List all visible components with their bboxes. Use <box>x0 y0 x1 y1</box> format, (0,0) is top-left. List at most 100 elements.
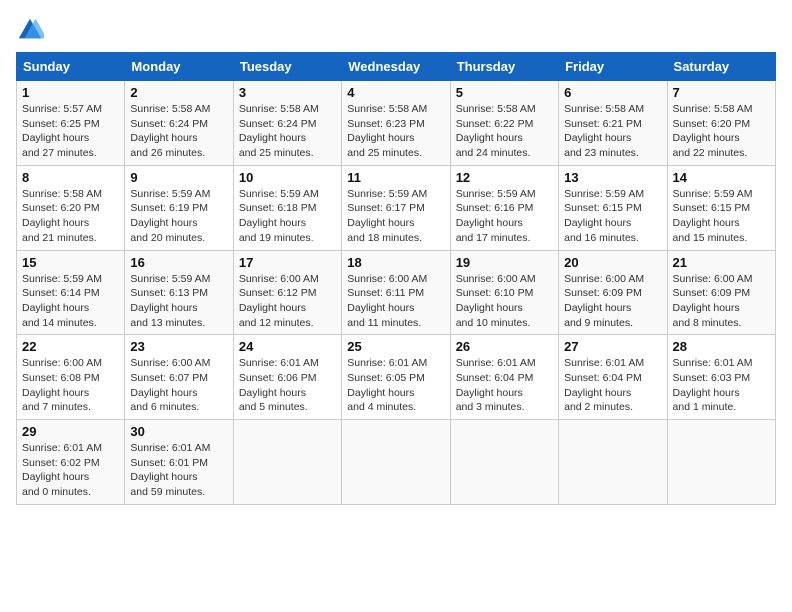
day-detail: Sunrise: 6:01 AMSunset: 6:04 PMDaylight … <box>564 356 661 415</box>
daylight-label: Daylight hours <box>347 132 414 144</box>
sunrise-text: Sunrise: 6:01 AM <box>673 357 753 369</box>
daylight-value: and 18 minutes. <box>347 232 422 244</box>
calendar-cell: 2 Sunrise: 5:58 AMSunset: 6:24 PMDaylight… <box>125 81 233 166</box>
day-detail: Sunrise: 5:59 AMSunset: 6:19 PMDaylight … <box>130 187 227 246</box>
sunrise-text: Sunrise: 6:00 AM <box>456 273 536 285</box>
sunrise-text: Sunrise: 6:01 AM <box>239 357 319 369</box>
sunset-text: Sunset: 6:20 PM <box>22 202 100 214</box>
day-number: 6 <box>564 85 661 100</box>
day-detail: Sunrise: 6:01 AMSunset: 6:06 PMDaylight … <box>239 356 336 415</box>
daylight-value: and 7 minutes. <box>22 401 91 413</box>
calendar-cell: 26Sunrise: 6:01 AMSunset: 6:04 PMDayligh… <box>450 335 558 420</box>
calendar-cell <box>342 420 450 505</box>
daylight-value: and 9 minutes. <box>564 317 633 329</box>
day-number: 18 <box>347 255 444 270</box>
day-detail: Sunrise: 5:57 AMSunset: 6:25 PMDaylight … <box>22 102 119 161</box>
col-header-tuesday: Tuesday <box>233 53 341 81</box>
daylight-value: and 0 minutes. <box>22 486 91 498</box>
day-number: 11 <box>347 170 444 185</box>
calendar-cell: 21Sunrise: 6:00 AMSunset: 6:09 PMDayligh… <box>667 250 775 335</box>
sunset-text: Sunset: 6:05 PM <box>347 372 425 384</box>
sunrise-text: Sunrise: 6:00 AM <box>347 273 427 285</box>
daylight-label: Daylight hours <box>456 132 523 144</box>
calendar-cell <box>559 420 667 505</box>
calendar-cell: 12 Sunrise: 5:59 AMSunset: 6:16 PMDayligh… <box>450 165 558 250</box>
sunset-text: Sunset: 6:25 PM <box>22 118 100 130</box>
day-number: 5 <box>456 85 553 100</box>
daylight-label: Daylight hours <box>130 302 197 314</box>
sunset-text: Sunset: 6:06 PM <box>239 372 317 384</box>
sunset-text: Sunset: 6:10 PM <box>456 287 534 299</box>
daylight-label: Daylight hours <box>239 132 306 144</box>
calendar-cell: 17Sunrise: 6:00 AMSunset: 6:12 PMDayligh… <box>233 250 341 335</box>
calendar-cell <box>233 420 341 505</box>
sunrise-text: Sunrise: 5:59 AM <box>239 188 319 200</box>
daylight-value: and 59 minutes. <box>130 486 205 498</box>
calendar-cell: 15 Sunrise: 5:59 AMSunset: 6:14 PMDayligh… <box>17 250 125 335</box>
daylight-label: Daylight hours <box>347 302 414 314</box>
daylight-value: and 6 minutes. <box>130 401 199 413</box>
daylight-value: and 16 minutes. <box>564 232 639 244</box>
daylight-value: and 10 minutes. <box>456 317 531 329</box>
sunset-text: Sunset: 6:12 PM <box>239 287 317 299</box>
day-number: 14 <box>673 170 770 185</box>
sunset-text: Sunset: 6:09 PM <box>564 287 642 299</box>
sunrise-text: Sunrise: 5:59 AM <box>22 273 102 285</box>
day-detail: Sunrise: 5:59 AMSunset: 6:14 PMDaylight … <box>22 272 119 331</box>
day-number: 27 <box>564 339 661 354</box>
day-detail: Sunrise: 5:59 AMSunset: 6:16 PMDaylight … <box>456 187 553 246</box>
calendar-cell: 13Sunrise: 5:59 AMSunset: 6:15 PMDayligh… <box>559 165 667 250</box>
daylight-value: and 4 minutes. <box>347 401 416 413</box>
day-number: 15 <box>22 255 119 270</box>
sunrise-text: Sunrise: 5:58 AM <box>673 103 753 115</box>
sunrise-text: Sunrise: 6:00 AM <box>22 357 102 369</box>
day-detail: Sunrise: 6:00 AM Sunset: 6:11 PM Daylight … <box>347 272 444 331</box>
day-number: 2 <box>130 85 227 100</box>
calendar-cell: 29Sunrise: 6:01 AMSunset: 6:02 PMDayligh… <box>17 420 125 505</box>
daylight-label: Daylight hours <box>22 217 89 229</box>
day-number: 25 <box>347 339 444 354</box>
day-number: 17 <box>239 255 336 270</box>
calendar-cell: 10Sunrise: 5:59 AMSunset: 6:18 PMDayligh… <box>233 165 341 250</box>
daylight-label: Daylight hours <box>239 302 306 314</box>
daylight-value: and 19 minutes. <box>239 232 314 244</box>
daylight-value: and 25 minutes. <box>347 147 422 159</box>
sunset-text: Sunset: 6:22 PM <box>456 118 534 130</box>
sunrise-text: Sunrise: 5:58 AM <box>22 188 102 200</box>
sunset-text: Sunset: 6:08 PM <box>22 372 100 384</box>
sunrise-text: Sunrise: 6:01 AM <box>22 442 102 454</box>
col-header-friday: Friday <box>559 53 667 81</box>
daylight-value: and 22 minutes. <box>673 147 748 159</box>
daylight-value: and 12 minutes. <box>239 317 314 329</box>
calendar-header-row: SundayMondayTuesdayWednesdayThursdayFrid… <box>17 53 776 81</box>
sunset-text: Sunset: 6:15 PM <box>673 202 751 214</box>
day-detail: Sunrise: 6:01 AMSunset: 6:02 PMDaylight … <box>22 441 119 500</box>
sunrise-text: Sunrise: 5:59 AM <box>673 188 753 200</box>
daylight-label: Daylight hours <box>130 132 197 144</box>
calendar-cell: 30Sunrise: 6:01 AMSunset: 6:01 PMDayligh… <box>125 420 233 505</box>
calendar-cell: 23Sunrise: 6:00 AMSunset: 6:07 PMDayligh… <box>125 335 233 420</box>
day-number: 30 <box>130 424 227 439</box>
daylight-label: Daylight hours <box>564 302 631 314</box>
day-detail: Sunrise: 5:58 AMSunset: 6:24 PMDaylight … <box>130 102 227 161</box>
sunrise-text: Sunrise: 5:59 AM <box>130 188 210 200</box>
sunrise-text: Sunrise: 6:00 AM <box>564 273 644 285</box>
sunrise-text: Sunrise: 5:58 AM <box>456 103 536 115</box>
daylight-label: Daylight hours <box>673 302 740 314</box>
calendar-cell: 19Sunrise: 6:00 AMSunset: 6:10 PMDayligh… <box>450 250 558 335</box>
calendar-week-row: 29Sunrise: 6:01 AMSunset: 6:02 PMDayligh… <box>17 420 776 505</box>
page-header <box>16 16 776 44</box>
calendar-cell: 20Sunrise: 6:00 AMSunset: 6:09 PMDayligh… <box>559 250 667 335</box>
sunrise-text: Sunrise: 6:00 AM <box>673 273 753 285</box>
calendar-cell <box>667 420 775 505</box>
day-detail: Sunrise: 6:01 AMSunset: 6:04 PMDaylight … <box>456 356 553 415</box>
day-number: 24 <box>239 339 336 354</box>
daylight-value: and 23 minutes. <box>564 147 639 159</box>
calendar-week-row: 8Sunrise: 5:58 AMSunset: 6:20 PMDaylight… <box>17 165 776 250</box>
daylight-value: and 27 minutes. <box>22 147 97 159</box>
calendar-week-row: 15 Sunrise: 5:59 AMSunset: 6:14 PMDayligh… <box>17 250 776 335</box>
sunset-text: Sunset: 6:11 PM <box>347 287 424 299</box>
daylight-value: and 8 minutes. <box>673 317 742 329</box>
day-detail: Sunrise: 6:00 AMSunset: 6:10 PMDaylight … <box>456 272 553 331</box>
day-number: 12 <box>456 170 553 185</box>
